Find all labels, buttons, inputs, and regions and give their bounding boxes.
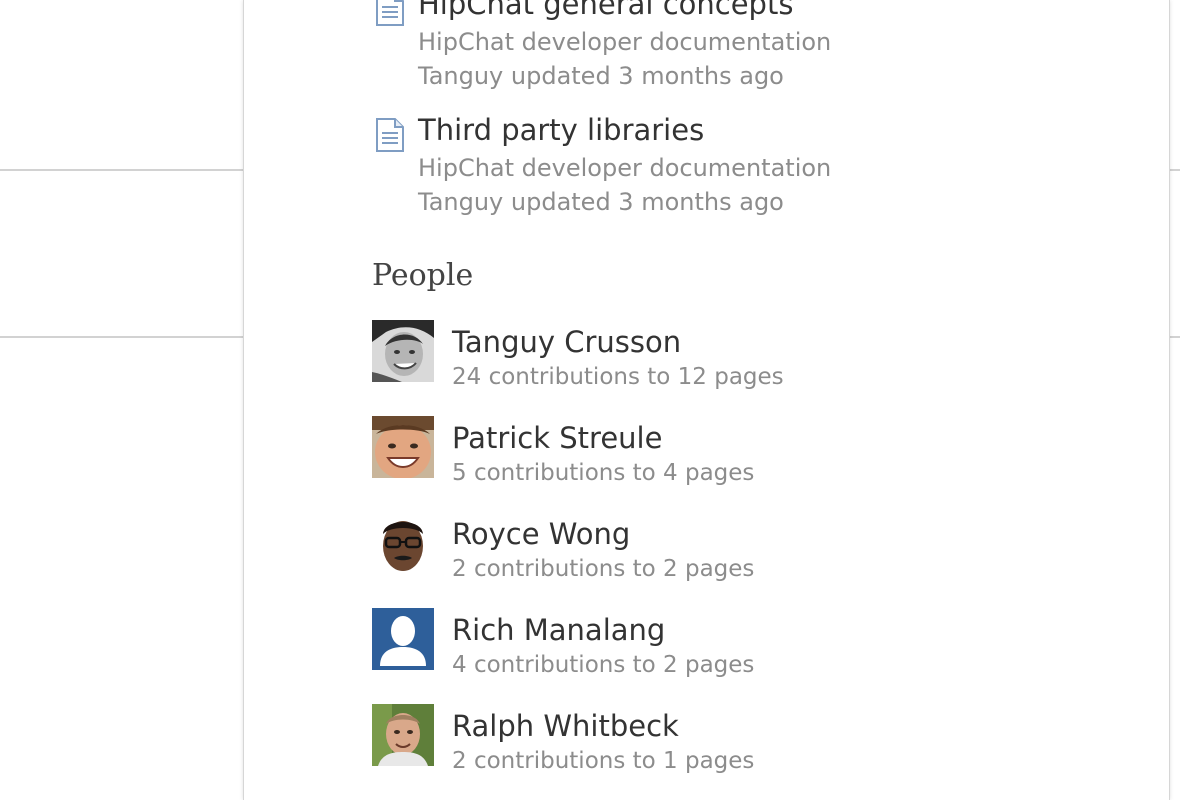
search-results-panel: HipChat general concepts HipChat develop…: [243, 0, 1170, 800]
page-updated-meta: Tanguy updated 3 months ago: [418, 62, 784, 90]
page-space-name: HipChat developer documentation: [418, 154, 832, 182]
page-updated-meta: Tanguy updated 3 months ago: [418, 188, 784, 216]
person-result[interactable]: Patrick Streule 5 contributions to 4 pag…: [372, 416, 892, 492]
avatar[interactable]: [372, 416, 434, 478]
avatar[interactable]: [372, 512, 434, 574]
person-name[interactable]: Patrick Streule: [452, 420, 662, 456]
person-result[interactable]: Tanguy Crusson 24 contributions to 12 pa…: [372, 320, 892, 396]
avatar-cartoon-glasses-icon: [372, 512, 434, 574]
document-icon: [375, 0, 405, 26]
person-contributions: 24 contributions to 12 pages: [452, 364, 784, 390]
person-name[interactable]: Rich Manalang: [452, 612, 665, 648]
default-user-avatar-icon: [372, 608, 434, 670]
page-result[interactable]: HipChat general concepts HipChat develop…: [372, 0, 972, 96]
person-name[interactable]: Royce Wong: [452, 516, 630, 552]
people-heading: People: [372, 258, 474, 293]
page-title[interactable]: Third party libraries: [418, 112, 704, 148]
person-result[interactable]: Ralph Whitbeck 2 contributions to 1 page…: [372, 704, 892, 780]
page-result[interactable]: Third party libraries HipChat developer …: [372, 112, 972, 222]
avatar-photo-outdoor-icon: [372, 704, 434, 766]
person-contributions: 2 contributions to 2 pages: [452, 556, 755, 582]
document-icon: [375, 118, 405, 152]
avatar[interactable]: [372, 320, 434, 382]
person-contributions: 4 contributions to 2 pages: [452, 652, 755, 678]
person-result[interactable]: Rich Manalang 4 contributions to 2 pages: [372, 608, 892, 684]
person-name[interactable]: Tanguy Crusson: [452, 324, 681, 360]
person-contributions: 5 contributions to 4 pages: [452, 460, 755, 486]
person-name[interactable]: Ralph Whitbeck: [452, 708, 679, 744]
person-result[interactable]: Royce Wong 2 contributions to 2 pages: [372, 512, 892, 588]
avatar-photo-bw-icon: [372, 320, 434, 382]
avatar[interactable]: [372, 704, 434, 766]
avatar-photo-smiling-icon: [372, 416, 434, 478]
avatar[interactable]: [372, 608, 434, 670]
page-space-name: HipChat developer documentation: [418, 28, 832, 56]
person-contributions: 2 contributions to 1 pages: [452, 748, 755, 774]
page-title[interactable]: HipChat general concepts: [418, 0, 793, 22]
